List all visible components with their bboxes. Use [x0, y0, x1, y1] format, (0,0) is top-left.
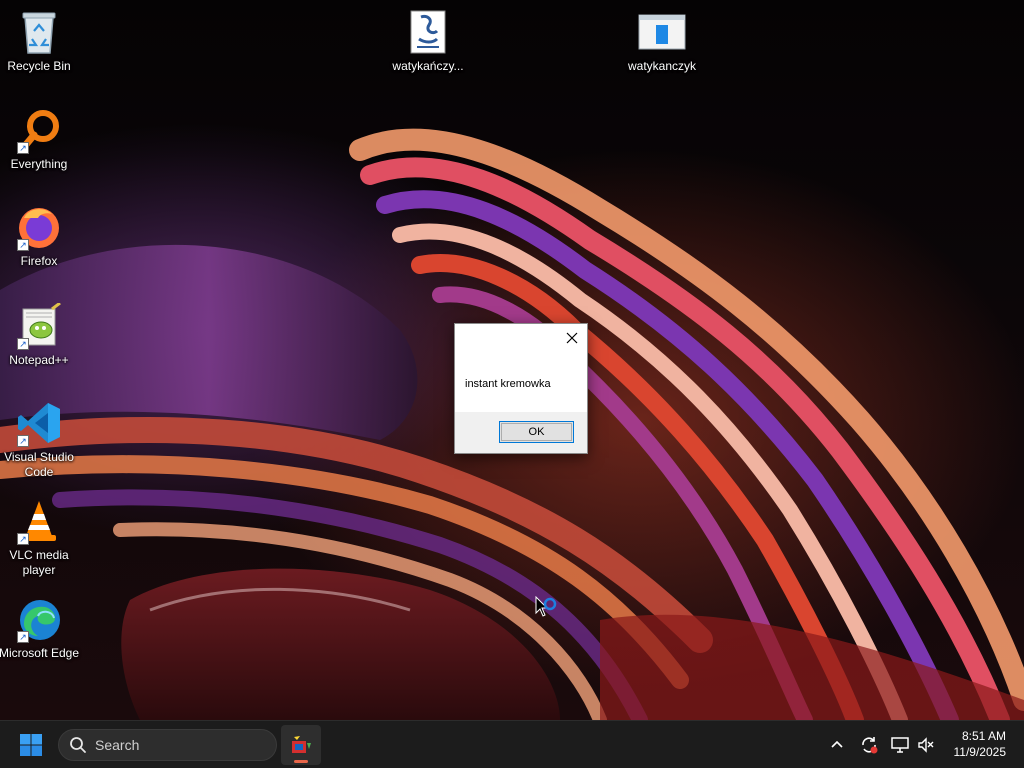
dialog-close-button[interactable]: [557, 324, 587, 352]
windows-logo-icon: [20, 734, 42, 756]
clock-time: 8:51 AM: [961, 729, 1006, 743]
shortcut-arrow-icon: ↗: [17, 631, 29, 643]
taskbar: Search 8:51 AM 11/9/2025: [0, 720, 1024, 768]
desktop-icon-vlc[interactable]: ↗ VLC media player: [1, 497, 77, 578]
desktop-icon-label: Firefox: [20, 254, 58, 268]
firefox-icon: ↗: [15, 203, 63, 251]
desktop-icon-recycle-bin[interactable]: Recycle Bin: [1, 8, 77, 74]
desktop-icon-vscode[interactable]: ↗ Visual Studio Code: [1, 399, 77, 480]
message-dialog: instant kremowka OK: [454, 323, 588, 454]
desktop-icon-notepadpp[interactable]: ↗ Notepad++: [1, 302, 77, 368]
ok-button[interactable]: OK: [499, 421, 574, 443]
chevron-up-icon: [831, 740, 843, 748]
busy-cursor: [535, 595, 561, 629]
desktop-icon-label: Recycle Bin: [7, 59, 71, 73]
volume-muted-icon: [918, 737, 934, 753]
desktop-icon-firefox[interactable]: ↗ Firefox: [1, 203, 77, 269]
search-icon: [70, 737, 86, 753]
desktop-icon-label: watykańczy...: [392, 59, 464, 73]
notepadpp-icon: ↗: [15, 302, 63, 350]
desktop-icon-application[interactable]: watykanczyk: [624, 8, 700, 74]
dialog-titlebar[interactable]: [455, 324, 587, 352]
tray-overflow-button[interactable]: [825, 733, 849, 757]
taskbar-running-app[interactable]: [281, 725, 321, 765]
desktop-icon-label: Everything: [10, 157, 68, 171]
close-icon: [566, 332, 578, 344]
script-file-icon: [404, 8, 452, 56]
shortcut-arrow-icon: ↗: [17, 533, 29, 545]
everything-search-icon: ↗: [15, 106, 63, 154]
taskbar-search-box[interactable]: Search: [58, 729, 277, 761]
shortcut-arrow-icon: ↗: [17, 435, 29, 447]
desktop-icon-label: watykanczyk: [627, 59, 697, 73]
desktop-icon-label: Microsoft Edge: [0, 646, 80, 660]
search-placeholder: Search: [95, 737, 140, 753]
desktop-icon-label: Visual Studio Code: [4, 450, 74, 479]
desktop-icon-edge[interactable]: ↗ Microsoft Edge: [0, 595, 79, 661]
shortcut-arrow-icon: ↗: [17, 338, 29, 350]
running-indicator: [294, 760, 308, 763]
application-window-icon: [638, 8, 686, 56]
edge-icon: ↗: [15, 595, 63, 643]
clock-date: 11/9/2025: [953, 745, 1007, 759]
taskbar-clock[interactable]: 8:51 AM 11/9/2025: [936, 728, 1007, 760]
vscode-icon: ↗: [15, 399, 63, 447]
tray-sync[interactable]: [857, 733, 881, 757]
tray-volume[interactable]: [914, 733, 938, 757]
app-icon: [292, 736, 311, 753]
busy-cursor-icon: [535, 595, 557, 617]
shortcut-arrow-icon: ↗: [17, 239, 29, 251]
recycle-bin-icon: [15, 8, 63, 56]
desktop-icon-script-file[interactable]: watykańczy...: [390, 8, 466, 74]
desktop-icon-label: Notepad++: [9, 353, 69, 367]
dialog-body: instant kremowka: [455, 352, 587, 412]
desktop-icon-everything[interactable]: ↗ Everything: [1, 106, 77, 172]
tray-display[interactable]: [888, 733, 912, 757]
dialog-message: instant kremowka: [465, 378, 551, 390]
sync-icon: [862, 737, 878, 754]
vlc-cone-icon: ↗: [15, 497, 63, 545]
dialog-footer: OK: [455, 412, 587, 453]
desktop-icon-label: VLC media player: [9, 548, 69, 577]
start-button[interactable]: [16, 731, 46, 759]
shortcut-arrow-icon: ↗: [17, 142, 29, 154]
display-icon: [891, 737, 909, 753]
